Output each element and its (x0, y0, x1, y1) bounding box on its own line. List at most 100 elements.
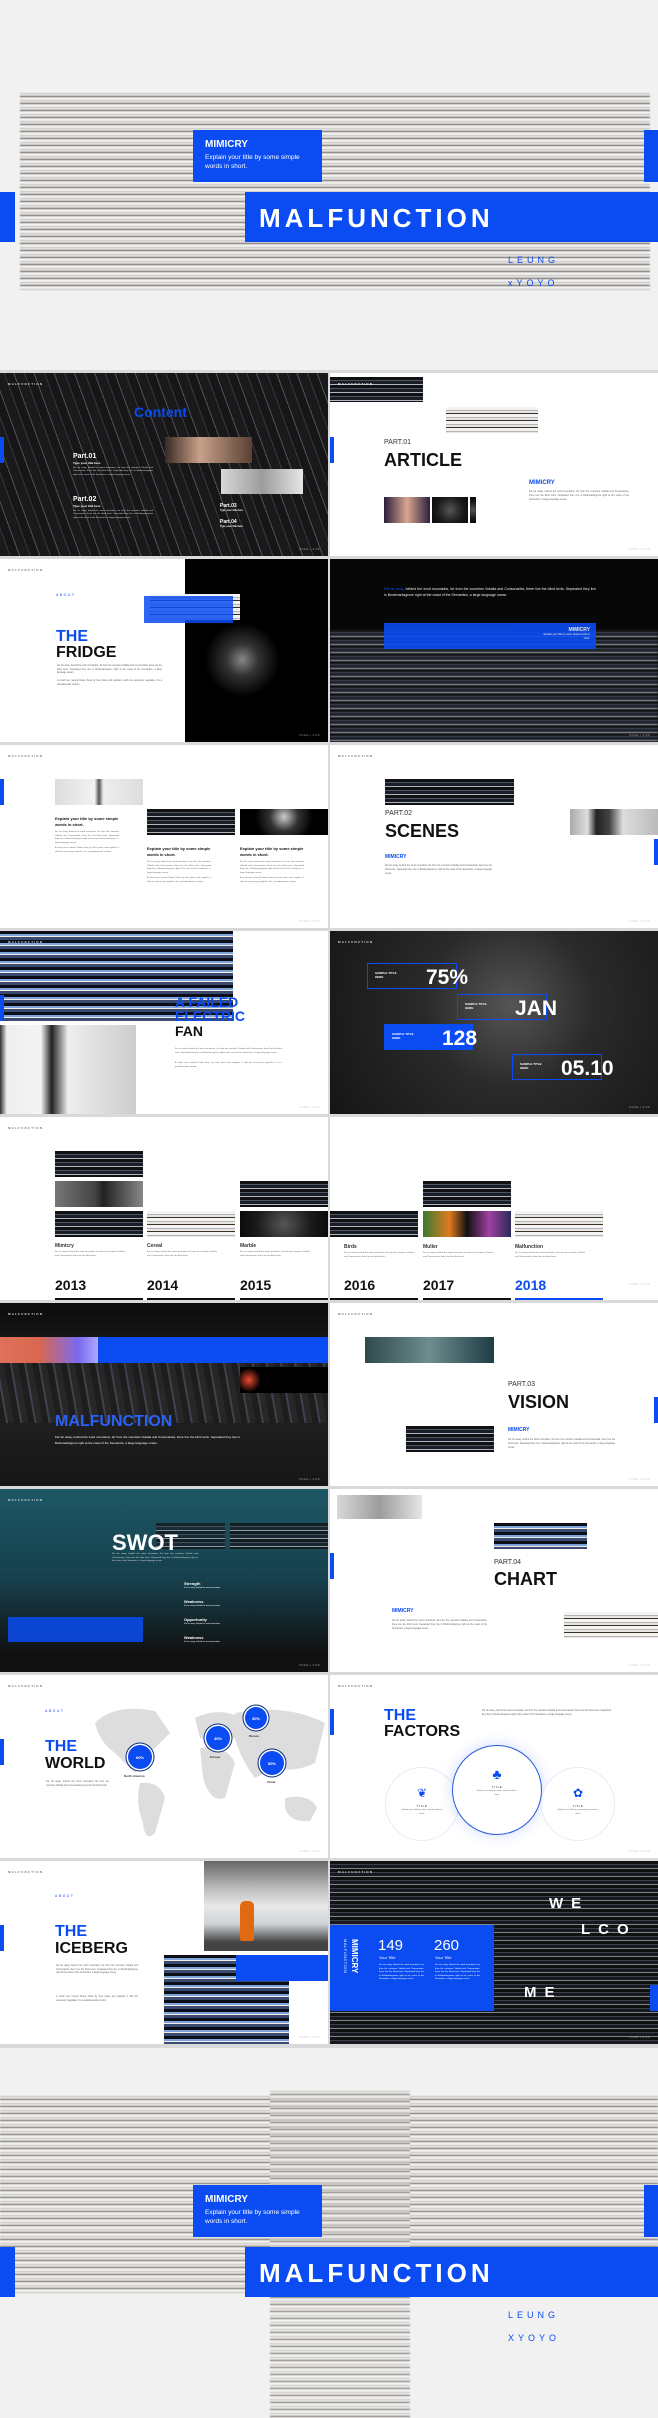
stat-label: SAMPLE TITLE HERE (392, 1032, 414, 1040)
quote-body: behind the word mountains, far from the … (384, 587, 596, 597)
slide-scenes[interactable]: MALFUNCTION PART.02 SCENES MIMICRY Far f… (330, 745, 658, 928)
stat-label: SAMPLE TITLE HERE (520, 1062, 542, 1070)
slide-closing[interactable]: MIMICRY Explain your title by some simpl… (0, 2048, 658, 2418)
glitch-image (515, 1211, 603, 1237)
glitch-image (423, 1181, 511, 1207)
part-sub: Type your title here (73, 461, 101, 465)
stat-value: JAN (515, 997, 558, 1020)
brand-header: MALFUNCTION (338, 754, 374, 758)
about-label: ABOUT (45, 1709, 65, 1713)
slide-content[interactable]: MALFUNCTION Content Part.01 Type your ti… (0, 373, 328, 556)
slide-swot[interactable]: MALFUNCTION SWOT Far far away, behind th… (0, 1489, 328, 1672)
brand-header: MALFUNCTION (338, 382, 374, 386)
column-title: Explain your title by some simple words … (147, 846, 211, 857)
stat-value: 260 (434, 1937, 460, 1954)
photo (55, 1181, 143, 1207)
slide-failed-fan[interactable]: MALFUNCTION A FAILED ELECTRIC FAN Far fa… (0, 931, 328, 1114)
overlay-box (144, 596, 233, 623)
page-number: PAGE | 2/20 (629, 1849, 650, 1853)
section-title: FRIDGE (56, 644, 117, 661)
factor-text: Explain your title by some simple words … (401, 1809, 443, 1815)
brand-header: MALFUNCTION (8, 940, 44, 944)
vertical-title: MIMICRY (350, 1939, 359, 1974)
brand-header: MALFUNCTION (8, 382, 44, 386)
brand-header: MALFUNCTION (8, 1684, 44, 1688)
slide-vision[interactable]: MALFUNCTION PART.03 VISION MIMICRY Far f… (330, 1303, 658, 1486)
part-number: PART.04 (494, 1559, 521, 1566)
slide-article[interactable]: MALFUNCTION PART.01 ARTICLE MIMICRY Far … (330, 373, 658, 556)
milestone-year: 2014 (147, 1277, 179, 1293)
factor-text: Explain your title by some simple words … (476, 1790, 518, 1796)
closing-title: MALFUNCTION (259, 2258, 494, 2288)
milestone-name: Birds (344, 1244, 357, 1250)
slide-factors[interactable]: MALFUNCTION THE FACTORS Far far away, be… (330, 1675, 658, 1858)
subtitle-box: MIMICRY Explain your title by some simpl… (193, 130, 322, 182)
slide-timeline-1[interactable]: MALFUNCTION Mimicry Far far away, behind… (0, 1117, 328, 1300)
timeline-bar (240, 1298, 328, 1300)
accent-bar (0, 779, 4, 805)
tag-sub: Explain your title by some simple words … (543, 633, 590, 640)
slide-title: MALFUNCTION (55, 1413, 173, 1430)
about-label: ABOUT (56, 593, 76, 597)
milestone-name: Cereal (147, 1243, 163, 1249)
photo (432, 497, 468, 523)
slide-chart[interactable]: PART.04 CHART MIMICRY Far far away, behi… (330, 1489, 658, 1672)
brand-header: MALFUNCTION (338, 1312, 374, 1316)
accent-bar (654, 1397, 658, 1423)
slide-malfunction[interactable]: MALFUNCTION MALFUNCTION Far far away, be… (0, 1303, 328, 1486)
slide-glitch-quote[interactable]: Far far away, behind the word mountains,… (330, 559, 658, 742)
glitch-image (230, 1523, 328, 1549)
part-number: PART.02 (385, 810, 412, 817)
slide-cover[interactable]: MIMICRY Explain your title by some simpl… (0, 0, 658, 370)
vertical-subtitle: MALFUNCTION (343, 1939, 348, 1974)
slide-iceberg[interactable]: MALFUNCTION ABOUT THE ICEBERG Far far aw… (0, 1861, 328, 2044)
glitch-image (147, 1211, 235, 1237)
slide-three-columns[interactable]: MALFUNCTION Explain your title by some s… (0, 745, 328, 928)
factor-title: TITLE (572, 1804, 584, 1808)
glitch-background (0, 373, 328, 556)
slide-stats[interactable]: MALFUNCTION SAMPLE TITLE HERE 75% SAMPLE… (330, 931, 658, 1114)
slide-world[interactable]: MALFUNCTION ABOUT THE WORLD Far far away… (0, 1675, 328, 1858)
part-text: Far far away, behind the word mountains,… (73, 467, 153, 476)
page-number: PAGE | 2/20 (629, 2035, 650, 2039)
welcome-letters: ME (524, 1984, 563, 2001)
factor-title: TITLE (416, 1804, 428, 1808)
author-line-2: XYOYO (508, 2333, 561, 2343)
photo (337, 1495, 422, 1519)
milestone-text: Far far away, behind the word mountains … (515, 1252, 585, 1258)
title-the: THE (384, 1707, 416, 1724)
cover-sub: Explain your title by some simple words … (205, 154, 300, 170)
accent-box (236, 1955, 328, 1981)
accent-bar (0, 1739, 4, 1765)
slide-welcome[interactable]: MALFUNCTION MIMICRY MALFUNCTION 149 Your… (330, 1861, 658, 2044)
title-the: THE (56, 628, 88, 645)
milestone-name: Mimicry (55, 1243, 74, 1249)
photo (384, 497, 430, 523)
body-text: Far far away, behind the word mountains,… (57, 665, 162, 674)
column-title: Explain your title by some simple words … (240, 846, 304, 857)
region-name: China (267, 1780, 276, 1784)
page-number: PAGE | 2/20 (299, 2035, 320, 2039)
milestone-year: 2016 (344, 1277, 376, 1293)
stat-value: 149 (378, 1937, 404, 1954)
glitch-image (406, 1426, 494, 1452)
brand-header: MALFUNCTION (338, 940, 374, 944)
section-title: ICEBERG (55, 1940, 128, 1957)
slide-timeline-2[interactable]: Birds Far far away, behind the word moun… (330, 1117, 658, 1300)
slide-title: SWOT (112, 1530, 178, 1555)
timeline-bar (147, 1298, 235, 1300)
face-image (165, 437, 252, 463)
timeline-bar (330, 1298, 418, 1300)
factor-card-active: ♣ TITLE Explain your title by some simpl… (452, 1745, 542, 1835)
welcome-letters: LCO (581, 1921, 637, 1938)
accent-bar (330, 1709, 334, 1735)
glitch-image (446, 407, 538, 433)
accent-bar (644, 2185, 658, 2237)
region-name: Russia (249, 1734, 259, 1738)
slide-fridge[interactable]: MALFUNCTION ABOUT THE FRIDGE Far far awa… (0, 559, 328, 742)
body-text: Far far away, behind the word mountains,… (112, 1553, 198, 1562)
section-title: WORLD (45, 1755, 106, 1772)
photo (55, 779, 143, 805)
timeline-bar-current (515, 1298, 603, 1300)
milestone-year-current: 2018 (515, 1277, 547, 1293)
